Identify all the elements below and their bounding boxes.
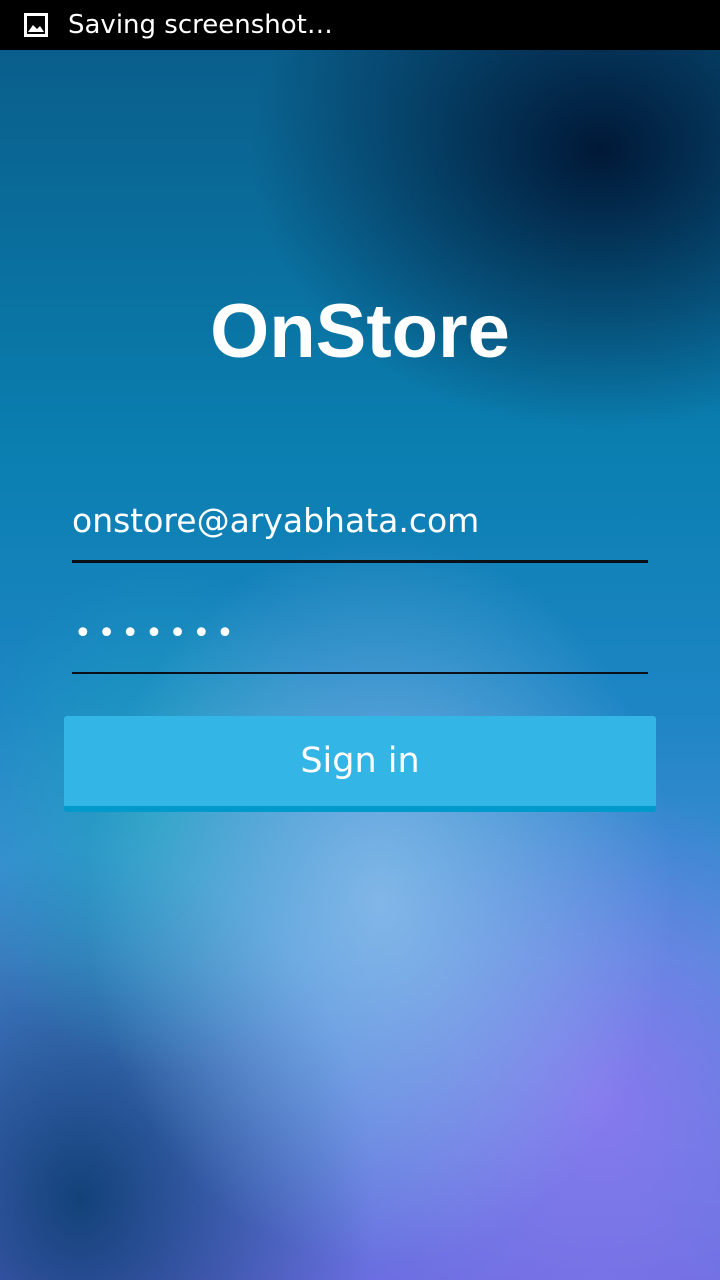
password-value: •••••••: [74, 616, 240, 651]
sign-in-label: Sign in: [300, 741, 420, 781]
status-notification-text: Saving screenshot…: [68, 10, 333, 40]
email-value: onstore@aryabhata.com: [72, 501, 480, 540]
sign-in-button[interactable]: Sign in: [64, 716, 656, 812]
image-icon: [24, 13, 48, 37]
app-title: OnStore: [210, 289, 510, 374]
status-bar: Saving screenshot…: [0, 0, 720, 50]
password-field[interactable]: •••••••: [72, 606, 648, 674]
login-screen: Saving screenshot… OnStore onstore@aryab…: [0, 0, 720, 1280]
email-field[interactable]: onstore@aryabhata.com: [72, 492, 648, 563]
